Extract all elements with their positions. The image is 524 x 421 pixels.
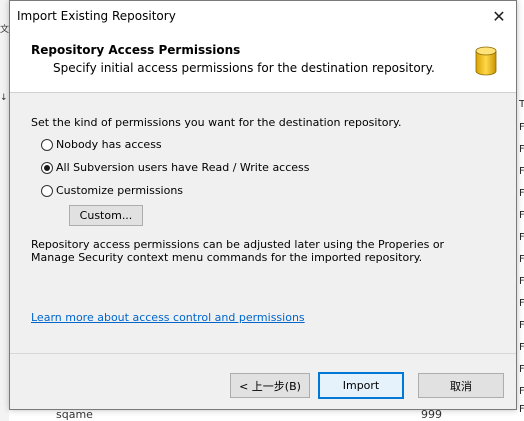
background-row: F (519, 298, 524, 309)
instruction-text: Set the kind of permissions you want for… (31, 116, 402, 129)
option-nobody[interactable]: Nobody has access (41, 138, 162, 151)
option-label: All Subversion users have Read / Write a… (56, 161, 310, 174)
cancel-button[interactable]: 取消 (418, 373, 504, 398)
import-button[interactable]: Import (318, 372, 404, 399)
dialog-title: Import Existing Repository (17, 9, 176, 23)
radio-button-checked[interactable] (41, 161, 53, 174)
close-button[interactable]: ✕ (482, 1, 516, 32)
back-button[interactable]: < 上一步(B) (230, 373, 310, 398)
background-row: F (519, 276, 524, 287)
custom-button[interactable]: Custom... (69, 205, 143, 226)
background-left-strip: 文 ↓ (0, 0, 9, 421)
close-icon: ✕ (492, 7, 506, 26)
page-subtitle: Specify initial access permissions for t… (53, 61, 435, 75)
option-customize[interactable]: Customize permissions (41, 184, 183, 197)
background-row: F (519, 188, 524, 199)
page-title: Repository Access Permissions (31, 43, 241, 57)
learn-more-link[interactable]: Learn more about access control and perm… (31, 311, 305, 324)
background-row: F (519, 232, 524, 243)
background-row: F (519, 320, 524, 331)
background-row: F (519, 254, 524, 265)
wizard-body: Set the kind of permissions you want for… (10, 93, 516, 353)
option-label: Nobody has access (56, 138, 162, 151)
radio-button[interactable] (41, 184, 53, 197)
background-row: F (519, 342, 524, 353)
background-row: F (519, 122, 524, 133)
background-row: F (519, 166, 524, 177)
permissions-note: Repository access permissions can be adj… (31, 238, 445, 264)
background-right-strip: T F F F F F F F F F F F F F F (517, 0, 524, 421)
background-left-glyph: 文 (0, 25, 10, 35)
background-row: F (519, 210, 524, 221)
database-icon (475, 46, 497, 76)
background-left-glyph: ↓ (0, 93, 8, 103)
background-row: F (519, 386, 524, 397)
background-row: F (519, 144, 524, 155)
option-label: Customize permissions (56, 184, 184, 197)
radio-button[interactable] (41, 138, 53, 151)
background-row: F (519, 404, 524, 415)
import-repository-dialog: Import Existing Repository ✕ Repository … (9, 0, 517, 410)
wizard-header: Repository Access Permissions Specify in… (10, 32, 516, 93)
background-column-header: T (519, 99, 524, 110)
dialog-titlebar: Import Existing Repository ✕ (10, 1, 516, 32)
option-all-users-read-write[interactable]: All Subversion users have Read / Write a… (41, 161, 310, 174)
background-row: F (519, 364, 524, 375)
footer-divider (10, 353, 516, 354)
